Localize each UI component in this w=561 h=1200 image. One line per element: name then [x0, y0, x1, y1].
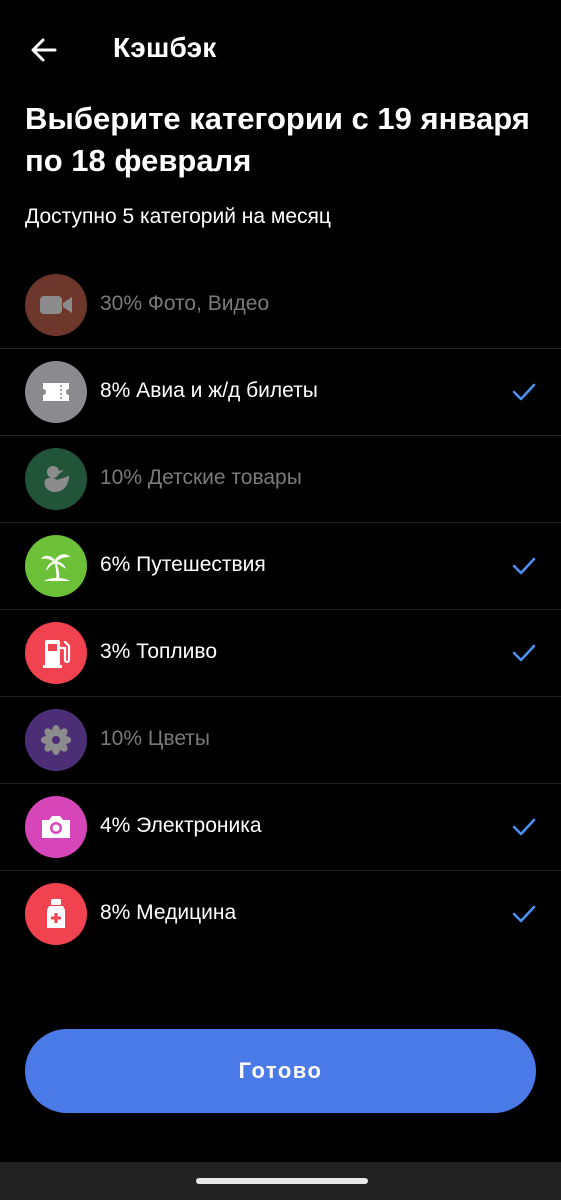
category-row-flowers[interactable]: 10% Цветы	[0, 697, 561, 784]
header-title: Кэшбэк	[113, 32, 217, 63]
category-icon-bg	[25, 274, 87, 336]
duck-icon	[44, 466, 69, 492]
category-icon-bg	[25, 796, 87, 858]
category-icon-bg	[25, 622, 87, 684]
app-header: Кэшбэк	[0, 0, 561, 98]
home-indicator[interactable]	[196, 1178, 368, 1184]
category-icon-bg	[25, 883, 87, 945]
category-label: 8% Медицина	[100, 901, 237, 924]
medicine-bottle-icon	[47, 899, 65, 928]
category-icon-bg	[25, 361, 87, 423]
checkmark-icon	[509, 812, 539, 842]
flower-icon	[41, 725, 71, 755]
category-label: 4% Электроника	[100, 814, 262, 837]
category-row-kids[interactable]: 10% Детские товары	[0, 436, 561, 523]
done-button[interactable]: Готово	[25, 1029, 536, 1113]
page-title: Выберите категории с 19 января по 18 фев…	[25, 101, 530, 178]
category-list: 30% Фото, Видео 8% Авиа и ж/д билеты 10%…	[0, 262, 561, 958]
category-icon-bg	[25, 709, 87, 771]
camera-icon	[42, 816, 70, 838]
category-label: 10% Детские товары	[100, 466, 302, 489]
checkmark-icon	[509, 551, 539, 581]
category-row-fuel[interactable]: 3% Топливо	[0, 610, 561, 697]
back-button[interactable]	[22, 28, 66, 72]
category-icon-bg	[25, 448, 87, 510]
category-label: 10% Цветы	[100, 727, 211, 750]
subtitle: Доступно 5 категорий на месяц	[25, 205, 331, 228]
category-row-electronics[interactable]: 4% Электроника	[0, 784, 561, 871]
checkmark-icon	[509, 638, 539, 668]
ticket-icon	[43, 383, 69, 401]
category-label: 6% Путешествия	[100, 553, 266, 576]
category-icon-bg	[25, 535, 87, 597]
checkmark-icon	[509, 899, 539, 929]
fuel-pump-icon	[43, 640, 71, 668]
palm-tree-icon	[41, 554, 70, 581]
arrow-left-icon	[31, 38, 57, 62]
category-label: 8% Авиа и ж/д билеты	[100, 379, 318, 402]
category-row-travel[interactable]: 6% Путешествия	[0, 523, 561, 610]
category-label: 30% Фото, Видео	[100, 292, 270, 315]
category-row-air-rail[interactable]: 8% Авиа и ж/д билеты	[0, 349, 561, 436]
category-label: 3% Топливо	[100, 640, 218, 663]
category-row-medicine[interactable]: 8% Медицина	[0, 871, 561, 958]
checkmark-icon	[509, 377, 539, 407]
video-camera-icon	[40, 296, 72, 314]
category-row-photo-video[interactable]: 30% Фото, Видео	[0, 262, 561, 349]
